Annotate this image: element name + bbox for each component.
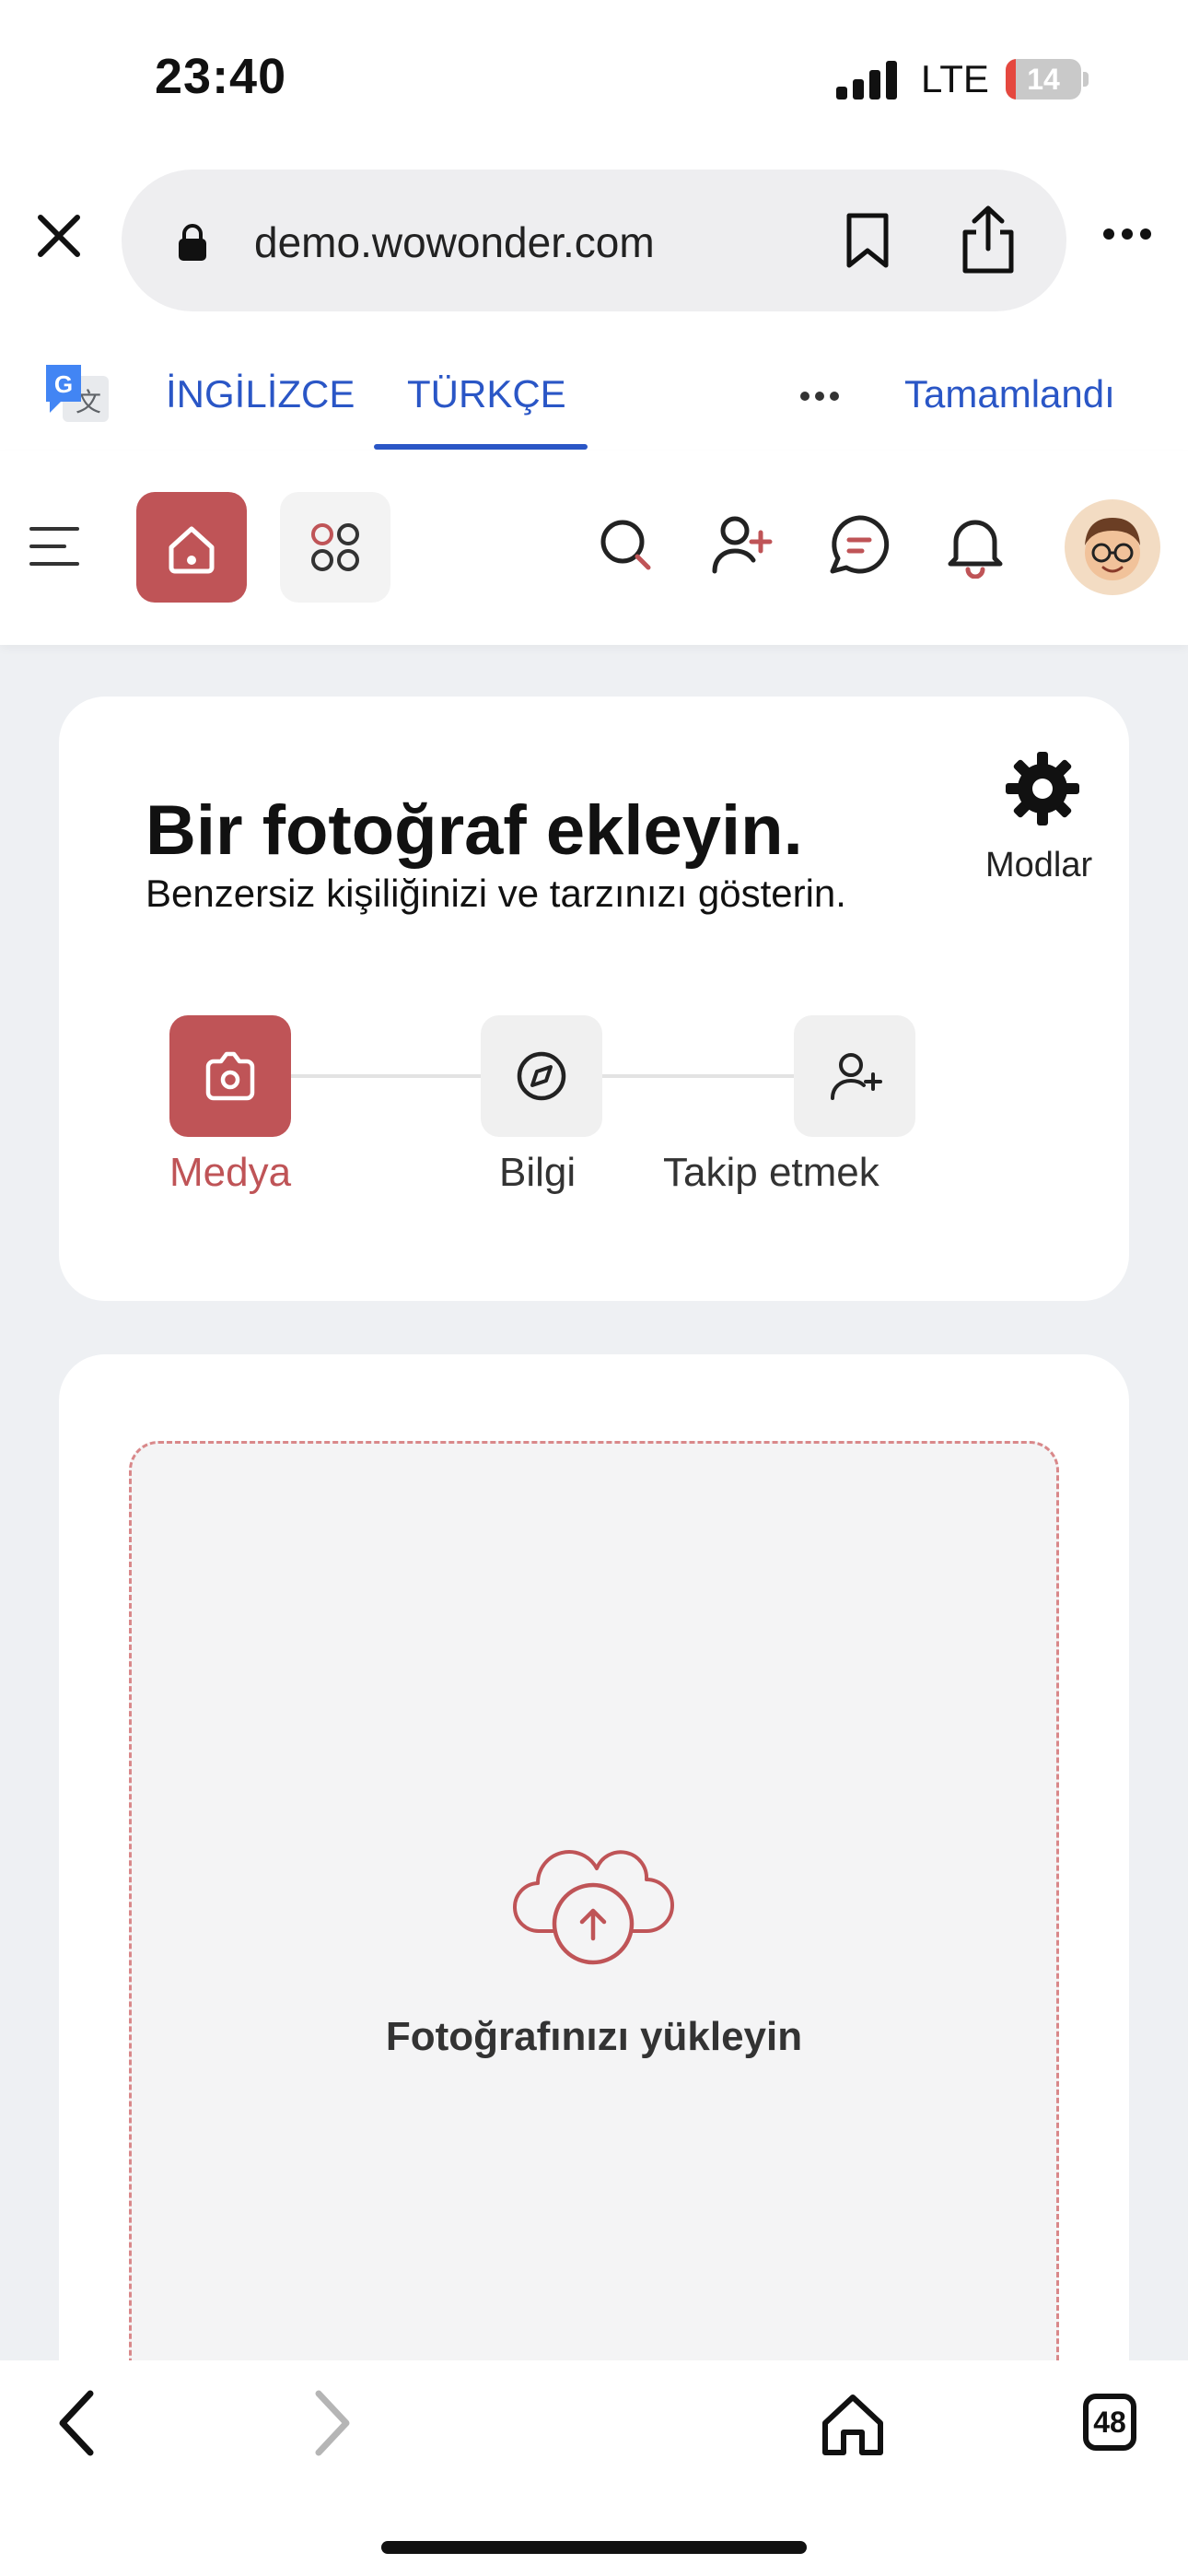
- tab-target-language[interactable]: TÜRKÇE: [407, 372, 566, 416]
- signal-icon: [836, 61, 897, 100]
- battery-cap: [1083, 72, 1089, 87]
- gear-icon: [1006, 752, 1079, 825]
- apps-icon: [311, 523, 359, 571]
- step-label-media: Medya: [169, 1150, 292, 1195]
- compass-icon: [517, 1051, 566, 1101]
- lock-icon: [179, 224, 206, 261]
- camera-icon: [205, 1051, 255, 1101]
- cloud-upload-icon: [513, 1850, 674, 1965]
- svg-text:G: G: [54, 370, 73, 398]
- battery-level: 14: [1027, 63, 1060, 96]
- step-media-button[interactable]: [169, 1015, 291, 1137]
- upload-label[interactable]: Fotoğrafınızı yükleyin: [129, 2014, 1059, 2060]
- google-translate-icon: 文 G: [46, 365, 109, 422]
- share-icon[interactable]: [958, 205, 1019, 276]
- step-connector: [291, 1074, 481, 1078]
- more-options-icon[interactable]: [799, 391, 840, 402]
- page-subtitle: Benzersiz kişiliğinizi ve tarzınızı göst…: [146, 872, 846, 915]
- close-icon[interactable]: [33, 210, 85, 262]
- modes-label[interactable]: Modlar: [985, 846, 1092, 885]
- bookmark-icon[interactable]: [844, 212, 891, 269]
- add-user-icon[interactable]: [709, 512, 774, 577]
- more-icon[interactable]: [1101, 227, 1153, 241]
- selected-tab-indicator: [374, 444, 588, 450]
- home-icon: [169, 526, 215, 574]
- forward-icon[interactable]: [309, 2388, 355, 2458]
- menu-icon[interactable]: [28, 523, 81, 569]
- network-type: LTE: [921, 57, 989, 100]
- home-button[interactable]: [136, 492, 247, 603]
- page-title: Bir fotoğraf ekleyin.: [146, 791, 803, 870]
- avatar-face-icon: [1085, 518, 1140, 580]
- done-button[interactable]: Tamamlandı: [904, 372, 1115, 416]
- avatar[interactable]: [1065, 499, 1160, 595]
- bell-icon[interactable]: [943, 512, 1007, 579]
- url-text[interactable]: demo.wowonder.com: [254, 217, 655, 267]
- step-follow-button[interactable]: [794, 1015, 915, 1137]
- step-label-info: Bilgi: [499, 1150, 577, 1195]
- add-user-icon: [831, 1053, 882, 1100]
- chat-icon[interactable]: [827, 512, 891, 577]
- battery-icon: 14: [1006, 59, 1081, 100]
- tab-source-language[interactable]: İNGİLİZCE: [166, 372, 355, 416]
- apps-button[interactable]: [280, 492, 390, 603]
- search-icon[interactable]: [597, 516, 656, 575]
- step-label-follow: Takip etmek: [663, 1150, 879, 1195]
- step-info-button[interactable]: [481, 1015, 602, 1137]
- step-connector: [602, 1074, 794, 1078]
- tabs-button[interactable]: 48: [1083, 2394, 1136, 2451]
- status-time: 23:40: [155, 49, 287, 104]
- home-indicator: [381, 2541, 807, 2554]
- tabs-count: 48: [1093, 2406, 1126, 2439]
- home-icon[interactable]: [818, 2390, 888, 2460]
- back-icon[interactable]: [53, 2388, 99, 2458]
